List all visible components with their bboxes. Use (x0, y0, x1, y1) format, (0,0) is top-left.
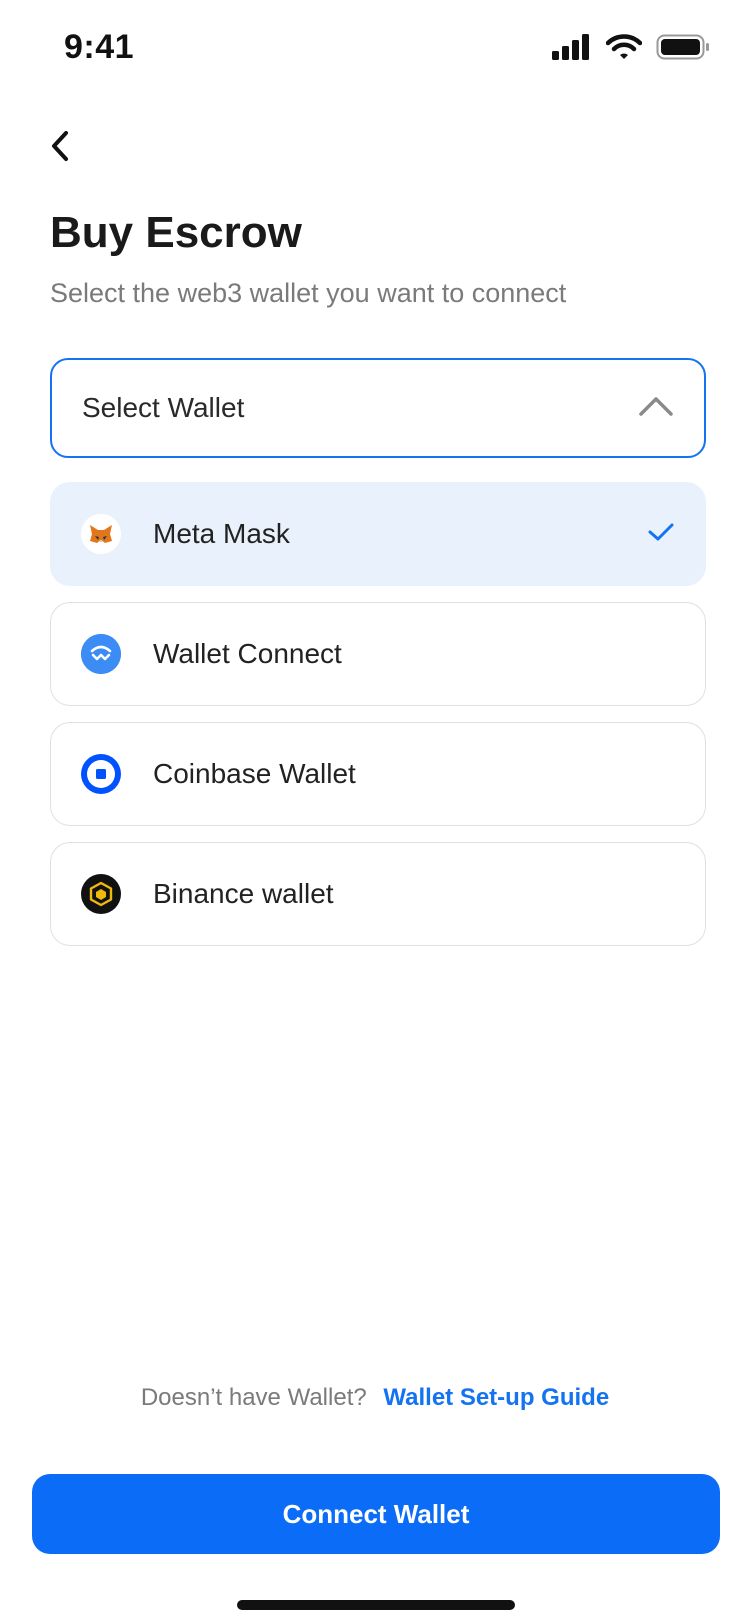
wallet-option-coinbase[interactable]: Coinbase Wallet (50, 722, 706, 826)
wallet-option-label: Meta Mask (153, 518, 290, 549)
wallet-option-label: Coinbase Wallet (153, 758, 356, 789)
page-title: Buy Escrow (50, 208, 302, 257)
chevron-left-icon (48, 129, 72, 168)
system-icons (552, 34, 710, 65)
wallet-setup-guide-link[interactable]: Wallet Set-up Guide (383, 1384, 609, 1411)
metamask-icon (81, 514, 121, 554)
chevron-up-icon (638, 395, 674, 422)
wallet-select-label: Select Wallet (82, 392, 245, 423)
status-bar: 9:41 (0, 0, 750, 100)
signal-icon (552, 34, 592, 65)
setup-guide-row: Doesn’t have Wallet? Wallet Set-up Guide (0, 1384, 750, 1412)
wallet-option-label: Wallet Connect (153, 638, 342, 669)
battery-icon (656, 34, 710, 65)
wallet-option-metamask[interactable]: Meta Mask (50, 482, 706, 586)
wallet-option-walletconnect[interactable]: Wallet Connect (50, 602, 706, 706)
status-time: 9:41 (64, 28, 135, 66)
wallet-option-label: Binance wallet (153, 878, 334, 909)
check-icon (647, 521, 675, 548)
coinbase-icon (81, 754, 121, 794)
page-subtitle: Select the web3 wallet you want to conne… (50, 278, 567, 308)
wallet-select-dropdown[interactable]: Select Wallet (50, 358, 706, 458)
wifi-icon (605, 34, 643, 65)
home-indicator (237, 1600, 515, 1610)
back-button[interactable] (40, 128, 80, 168)
walletconnect-icon (81, 634, 121, 674)
connect-wallet-button[interactable]: Connect Wallet (32, 1474, 720, 1554)
no-wallet-prompt: Doesn’t have Wallet? (140, 1384, 367, 1411)
wallet-option-binance[interactable]: Binance wallet (50, 842, 706, 946)
binance-icon (81, 874, 121, 914)
